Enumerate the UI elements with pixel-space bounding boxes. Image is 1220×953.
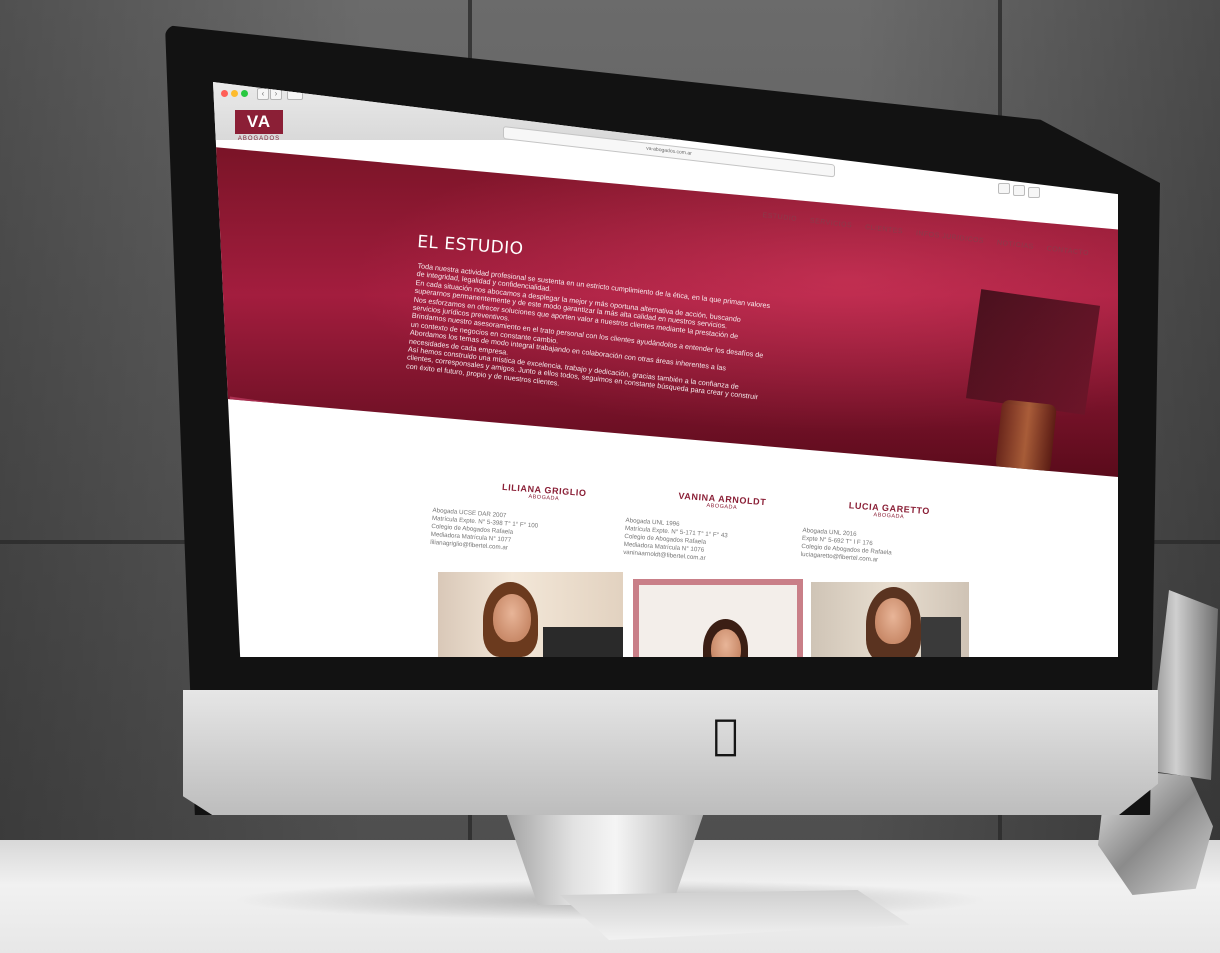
photo-face	[875, 598, 911, 644]
monitor-chin	[183, 690, 1158, 815]
apple-logo-icon: 	[713, 714, 738, 756]
site-logo-subtitle: ABOGADOS	[237, 136, 281, 142]
hero-mate-cup-image	[993, 399, 1058, 477]
lawyer-card-vanina: VANINA ARNOLDT ABOGADA Abogada UNL 1996 …	[623, 487, 793, 569]
zoom-window-button[interactable]	[241, 90, 248, 97]
photo-chair	[543, 627, 623, 657]
lawyer-card-lucia: LUCIA GARETTO ABOGADA Abogada UNL 2016 E…	[800, 497, 959, 570]
lawyer-photo-lucia	[811, 582, 969, 657]
close-window-button[interactable]	[221, 90, 228, 97]
minimize-window-button[interactable]	[231, 90, 238, 97]
site-logo[interactable]: VA	[235, 110, 283, 134]
lawyer-photo-liliana	[438, 572, 623, 657]
back-icon[interactable]: ‹	[257, 88, 269, 100]
tabs-overview-icon[interactable]	[1028, 187, 1040, 198]
hero-laptop-image	[965, 289, 1101, 415]
lawyer-card-liliana: LILIANA GRIGLIO ABOGADA Abogada UCSE DAR…	[430, 477, 615, 560]
lawyer-photo-vanina	[633, 579, 803, 657]
lawyer-details: Abogada UNL 1996 Matrícula Expte. N° 5-1…	[623, 517, 776, 568]
photo-face	[493, 594, 531, 642]
lawyer-details: Abogada UNL 2016 Expte N° 5-692 T° I F 1…	[800, 527, 952, 570]
photo-chair	[921, 617, 961, 657]
lawyer-details: Abogada UCSE DAR 2007 Matrícula Expte. N…	[430, 507, 583, 558]
new-tab-icon[interactable]	[1013, 185, 1025, 196]
share-icon[interactable]	[998, 183, 1010, 194]
